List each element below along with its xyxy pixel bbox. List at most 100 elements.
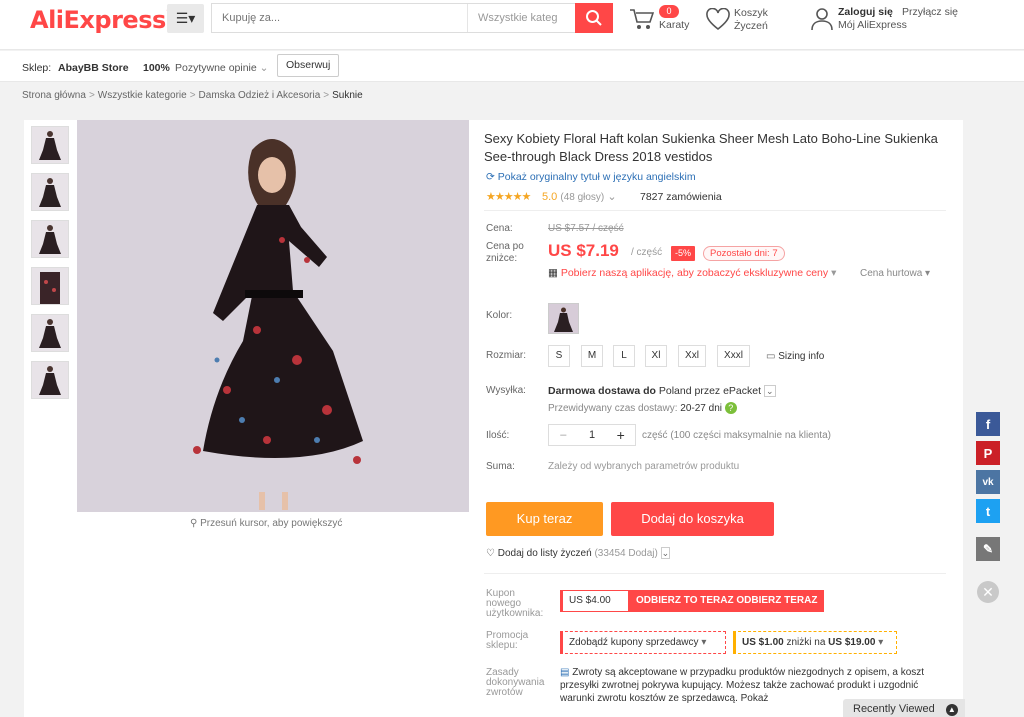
quantity-note: część (100 części maksymalnie na klienta… bbox=[642, 430, 831, 441]
thumbnail-image[interactable] bbox=[31, 220, 69, 258]
search-button[interactable] bbox=[575, 3, 613, 33]
cart-icon[interactable] bbox=[628, 6, 654, 32]
wholesale-price-link[interactable]: Cena hurtowa ▾ bbox=[860, 268, 930, 279]
twitter-icon: t bbox=[985, 503, 991, 519]
magnifier-icon: ⚲ bbox=[190, 518, 198, 529]
size-option-xxl[interactable]: Xxl bbox=[678, 345, 706, 367]
size-option-xl[interactable]: Xl bbox=[645, 345, 667, 367]
product-main-image[interactable] bbox=[77, 120, 469, 512]
original-price: US $7.57 / część bbox=[548, 223, 624, 234]
thumbnail-image[interactable] bbox=[31, 173, 69, 211]
categories-menu-button[interactable]: ☰▾ bbox=[167, 4, 204, 33]
facebook-share-button[interactable]: f bbox=[976, 412, 1000, 436]
aliexpress-logo[interactable]: AliExpress® bbox=[30, 6, 174, 34]
divider bbox=[484, 210, 946, 211]
price-unit: / część bbox=[631, 247, 663, 258]
join-link[interactable]: Przyłącz się bbox=[902, 6, 958, 18]
chevron-down-icon: ▾ bbox=[831, 267, 837, 279]
ruler-icon: ▭ bbox=[766, 351, 776, 362]
add-to-wishlist-link[interactable]: ♡ Dodaj do listy życzeń (33454 Dodaj) ⌄ bbox=[486, 547, 671, 559]
thumbnail-image[interactable] bbox=[31, 126, 69, 164]
quantity-decrease-button[interactable]: – bbox=[549, 429, 578, 441]
twitter-share-button[interactable]: t bbox=[976, 499, 1000, 523]
pencil-icon: ✎ bbox=[982, 542, 994, 556]
edit-button[interactable]: ✎ bbox=[976, 537, 1000, 561]
vk-share-button[interactable]: vk bbox=[976, 470, 1000, 494]
chevron-down-icon: ⌄ bbox=[763, 385, 776, 397]
buy-now-button[interactable]: Kup teraz bbox=[486, 502, 603, 536]
size-option-l[interactable]: L bbox=[613, 345, 635, 367]
cart-label[interactable]: Karaty bbox=[659, 19, 689, 31]
quantity-label: Ilość: bbox=[486, 430, 510, 441]
thumbnail-list bbox=[31, 126, 69, 408]
returns-policy-label: Zasady dokonywania zwrotów bbox=[486, 667, 545, 698]
document-icon: ▤ bbox=[560, 667, 570, 678]
sale-price-label: Cena po zniżce: bbox=[486, 241, 524, 264]
login-link[interactable]: Zaloguj się bbox=[838, 6, 893, 18]
sizing-info-link[interactable]: ▭ Sizing info bbox=[766, 351, 824, 362]
store-name[interactable]: AbayBB Store bbox=[58, 62, 129, 74]
color-label: Kolor: bbox=[486, 310, 513, 321]
size-option-s[interactable]: S bbox=[548, 345, 570, 367]
breadcrumb: Strona główna > Wszystkie kategorie > Damska… bbox=[22, 90, 363, 101]
size-option-xxxl[interactable]: Xxxl bbox=[717, 345, 750, 367]
cart-count-badge: 0 bbox=[659, 5, 679, 18]
thumbnail-image[interactable] bbox=[31, 314, 69, 352]
follow-store-button[interactable]: Obserwuj bbox=[277, 54, 340, 77]
zoom-hint: ⚲ Przesuń kursor, aby powiększyć bbox=[190, 518, 343, 529]
size-label: Rozmiar: bbox=[486, 350, 527, 361]
show-original-title-link[interactable]: ⟳ Pokaż oryginalny tytuł w języku angiel… bbox=[486, 171, 696, 183]
chevron-down-icon: ▾ bbox=[701, 637, 707, 648]
store-bar: Sklep: AbayBB Store 100% Pozytywne opini… bbox=[0, 51, 1024, 82]
seller-coupons-dropdown[interactable]: Zdobądź kupony sprzedawcy ▾ bbox=[560, 631, 726, 654]
search-icon bbox=[586, 10, 602, 26]
store-promotion-label: Promocja sklepu: bbox=[486, 630, 529, 651]
search-input[interactable] bbox=[212, 4, 467, 32]
shipping-option[interactable]: Darmowa dostawa do Poland przez ePacket … bbox=[548, 385, 776, 397]
top-header: AliExpress® ☰▾ Wszystkie kateg 0 Karaty … bbox=[0, 0, 1024, 50]
search-bar: Wszystkie kateg bbox=[211, 3, 613, 33]
chevron-down-icon: ▾ bbox=[925, 268, 931, 279]
store-discount[interactable]: US $1.00 zniżki na US $19.00 ▾ bbox=[733, 631, 897, 654]
app-promo-link[interactable]: ▦ Pobierz naszą aplikację, aby zobaczyć … bbox=[548, 267, 836, 279]
thumbnail-image[interactable] bbox=[31, 267, 69, 305]
rating-summary[interactable]: 5.0 (48 głosy) ⌄ bbox=[542, 190, 617, 203]
facebook-icon: f bbox=[985, 416, 991, 432]
breadcrumb-item[interactable]: Wszystkie kategorie bbox=[98, 90, 187, 101]
discount-badge: -5% bbox=[671, 246, 696, 261]
store-label: Sklep: bbox=[22, 62, 52, 74]
quantity-increase-button[interactable]: + bbox=[606, 427, 635, 443]
quantity-input[interactable]: 1 bbox=[578, 429, 607, 441]
search-category-select[interactable]: Wszystkie kateg bbox=[467, 4, 575, 32]
help-icon[interactable]: ? bbox=[724, 402, 737, 414]
total-label: Suma: bbox=[486, 461, 515, 472]
quantity-stepper: – 1 + bbox=[548, 424, 636, 446]
price-label: Cena: bbox=[486, 223, 513, 234]
heart-plus-icon: ♡ bbox=[486, 548, 495, 559]
coupon-value: US $4.00 bbox=[560, 590, 629, 612]
recently-viewed-tab[interactable]: Recently Viewed ▲ bbox=[843, 699, 965, 717]
add-to-cart-button[interactable]: Dodaj do koszyka bbox=[611, 502, 774, 536]
heart-icon[interactable] bbox=[705, 8, 731, 32]
sale-price: US $7.19 bbox=[548, 241, 619, 260]
store-rating-label[interactable]: Pozytywne opinie ⌄ bbox=[175, 62, 268, 74]
vk-icon: vk bbox=[982, 476, 994, 488]
wishlist-link[interactable]: Koszyk Życzeń bbox=[734, 7, 768, 33]
days-left-badge: Pozostało dni: 7 bbox=[703, 246, 785, 261]
color-option[interactable] bbox=[548, 303, 579, 334]
thumbnail-image[interactable] bbox=[31, 361, 69, 399]
get-coupon-button[interactable]: ODBIERZ TO TERAZ ODBIERZ TERAZ bbox=[629, 590, 825, 612]
pinterest-icon: P bbox=[983, 445, 993, 461]
close-icon: ✕ bbox=[982, 584, 994, 600]
close-sidebar-button[interactable]: ✕ bbox=[977, 581, 999, 603]
my-aliexpress-link[interactable]: Mój AliExpress bbox=[838, 19, 907, 31]
breadcrumb-item[interactable]: Strona główna bbox=[22, 90, 86, 101]
chevron-down-icon: ▾ bbox=[878, 637, 884, 648]
size-option-m[interactable]: M bbox=[581, 345, 603, 367]
shipping-label: Wysyłka: bbox=[486, 385, 526, 396]
breadcrumb-item[interactable]: Damska Odzież i Akcesoria bbox=[199, 90, 321, 101]
translate-icon: ⟳ bbox=[486, 171, 495, 183]
user-icon bbox=[811, 8, 833, 31]
pinterest-share-button[interactable]: P bbox=[976, 441, 1000, 465]
menu-icon: ☰▾ bbox=[175, 10, 196, 26]
